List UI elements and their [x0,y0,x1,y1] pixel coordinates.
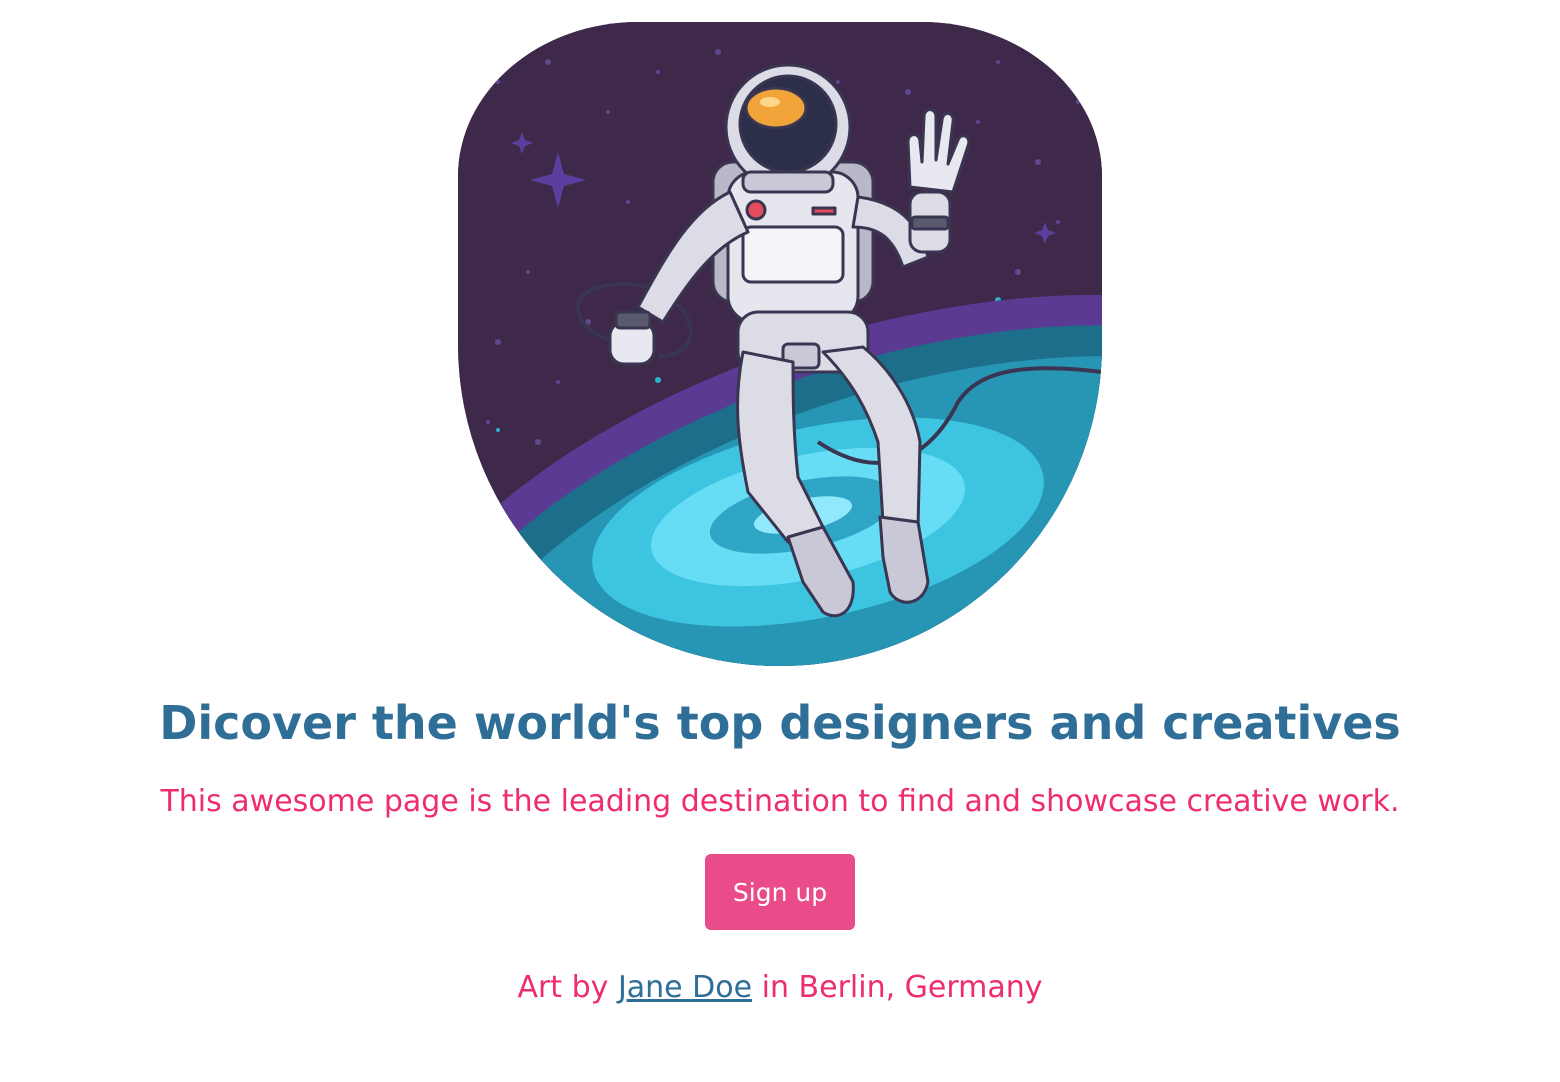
page-subtitle: This awesome page is the leading destina… [160,784,1400,819]
signup-button[interactable]: Sign up [705,854,855,930]
astronaut-illustration [458,22,1102,666]
credit-prefix: Art by [517,970,609,1005]
artist-link[interactable]: Jane Doe [618,970,752,1005]
art-credit: Art by Jane Doe in Berlin, Germany [0,970,1560,1005]
page: Dicover the world's top designers and cr… [0,0,1560,1082]
credit-location: in Berlin, Germany [761,970,1043,1005]
page-title: Dicover the world's top designers and cr… [159,696,1401,750]
